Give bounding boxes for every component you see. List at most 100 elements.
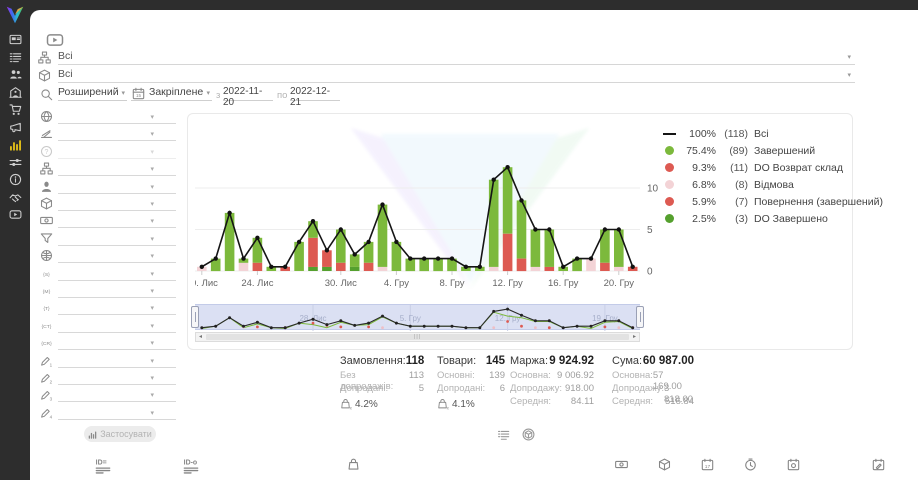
date-from-input[interactable]: 2022-11-20 — [223, 86, 273, 101]
search-mode-value: Розширений — [58, 86, 119, 98]
clock-icon[interactable] — [744, 458, 757, 471]
orders-chart: 051020. Лис24. Лис30. Лис4. Гру8. Гру12.… — [195, 121, 665, 291]
sidebar-item-analytics[interactable] — [0, 136, 30, 153]
custom-field-4-dropdown[interactable] — [58, 406, 176, 420]
payment-dropdown[interactable] — [58, 214, 176, 228]
list-icon — [9, 51, 22, 64]
sidebar-item-marketing[interactable] — [0, 119, 30, 136]
custom-field-3-dropdown[interactable] — [58, 388, 176, 402]
utm-term-dropdown[interactable] — [58, 301, 176, 315]
products-view-button[interactable] — [522, 428, 535, 441]
id-options-icon[interactable]: ID-o — [183, 458, 199, 474]
sitemap-icon — [38, 51, 51, 64]
calendar-edit-icon[interactable] — [872, 458, 885, 471]
apply-filters-button[interactable]: Застосувати — [84, 426, 156, 442]
package-icon[interactable] — [658, 458, 671, 471]
utm-campaign-dropdown[interactable] — [58, 336, 176, 350]
sidebar-item-partners[interactable] — [0, 189, 30, 206]
product-filter-dropdown[interactable]: Всі ▾ — [58, 68, 855, 83]
search-mode-dropdown[interactable]: Розширений ▾ — [58, 86, 127, 101]
stat-sub-value: 139 — [489, 370, 505, 381]
utm-content-dropdown[interactable] — [58, 319, 176, 333]
legend-count: (118) — [716, 128, 748, 140]
custom-field-1-dropdown[interactable] — [58, 354, 176, 368]
dot-swatch — [665, 214, 674, 223]
funnel-dropdown[interactable] — [58, 232, 176, 246]
utm-medium-dropdown[interactable] — [58, 284, 176, 298]
calendar-coin-icon[interactable] — [787, 458, 800, 471]
source-dropdown[interactable] — [58, 110, 176, 124]
product-dropdown[interactable] — [58, 197, 176, 211]
funnel-stage-icon — [40, 127, 53, 140]
status-filter-dropdown[interactable]: Всі ▾ — [58, 50, 855, 65]
sidebar-item-orders[interactable] — [0, 49, 30, 66]
sidebar-item-info[interactable] — [0, 171, 30, 188]
line-point — [283, 265, 287, 269]
stat-title-row: Замовлення: 118 — [340, 355, 424, 370]
range-selector[interactable]: 28. Лис5. Гру12. Гру19. Гру — [195, 304, 640, 330]
utm-source-dropdown[interactable] — [58, 267, 176, 281]
geo-dropdown[interactable] — [58, 249, 176, 263]
chevron-down-icon: ▾ — [847, 71, 851, 79]
chevron-down-icon: ▾ — [150, 130, 154, 138]
stat-title: Маржа: — [510, 355, 548, 367]
line-point — [547, 227, 551, 231]
legend-item-3[interactable]: 6.8% (8) Відмова — [661, 176, 883, 193]
sidebar-item-warehouse[interactable] — [0, 84, 30, 101]
line-point — [450, 256, 454, 260]
date-to-input[interactable]: 2022-12-21 — [290, 86, 340, 101]
app-logo[interactable] — [4, 4, 26, 26]
id-equal-icon[interactable]: ID= — [95, 458, 111, 474]
range-scrollbar[interactable]: ◂ ▸ ||| — [195, 332, 640, 342]
search-icon — [40, 88, 53, 101]
sidebar-item-purchases[interactable] — [0, 101, 30, 118]
dot-swatch — [665, 180, 674, 189]
line-point — [478, 265, 482, 269]
scroll-right-icon[interactable]: ▸ — [630, 333, 639, 341]
chevron-down-icon: ▾ — [150, 339, 154, 347]
bag-icon[interactable] — [347, 458, 360, 471]
video-tutorial-button[interactable] — [46, 30, 72, 49]
legend-item-1[interactable]: 75.4% (89) Завершений — [661, 142, 883, 159]
banknote-icon[interactable] — [615, 458, 628, 471]
bar-segment — [336, 263, 346, 271]
scroll-left-icon[interactable]: ◂ — [196, 333, 205, 341]
legend-item-0[interactable]: 100% (118) Всі — [661, 125, 883, 142]
legend-item-4[interactable]: 5.9% (7) Повернення (завершений) — [661, 193, 883, 210]
filter-row-product: ▾ — [40, 197, 176, 213]
sidebar-item-clients[interactable] — [0, 66, 30, 83]
sidebar-item-video-lessons[interactable] — [0, 206, 30, 223]
svg-text:2: 2 — [50, 379, 53, 384]
structure-dropdown[interactable] — [58, 162, 176, 176]
period-mode-value: Закріплене — [149, 86, 203, 98]
x-tick-label: 4. Гру — [384, 278, 409, 289]
legend-item-5[interactable]: 2.5% (3) DO Завершено — [661, 210, 883, 227]
funnel-stage-dropdown[interactable] — [58, 127, 176, 141]
range-handle-right[interactable] — [636, 306, 644, 328]
chart-icon — [9, 138, 22, 151]
legend-item-2[interactable]: 9.3% (11) DO Возврат склад — [661, 159, 883, 176]
range-handle-left[interactable] — [191, 306, 199, 328]
stat-sub-label: Допродані: — [340, 383, 388, 394]
filter-row-structure: ▾ — [40, 162, 176, 178]
line-point — [214, 256, 218, 260]
unknown-dropdown[interactable] — [58, 145, 176, 159]
upsell-share: x 4.1% — [437, 397, 505, 411]
sidebar-item-settings[interactable] — [0, 154, 30, 171]
source-icon — [40, 110, 53, 123]
total-line — [202, 167, 633, 267]
scrollbar-grip[interactable]: ||| — [206, 334, 629, 340]
custom-field-2-dropdown[interactable] — [58, 371, 176, 385]
calendar-date-icon[interactable]: 17 — [701, 458, 714, 471]
stat-title: Замовлення: — [340, 355, 406, 367]
stat-sub-label: Допродажу: — [510, 383, 562, 394]
custom-field-4-icon: 4 — [40, 406, 53, 419]
legend-pct: 100% — [680, 128, 716, 140]
period-mode-dropdown[interactable]: 15 Закріплене ▾ — [131, 86, 212, 101]
orders-list-view-button[interactable] — [497, 428, 510, 441]
chevron-down-icon: ▾ — [150, 391, 154, 399]
bar-segment — [531, 267, 541, 271]
manager-dropdown[interactable] — [58, 180, 176, 194]
sidebar-item-panel[interactable] — [0, 31, 30, 48]
svg-text:x: x — [447, 405, 449, 410]
